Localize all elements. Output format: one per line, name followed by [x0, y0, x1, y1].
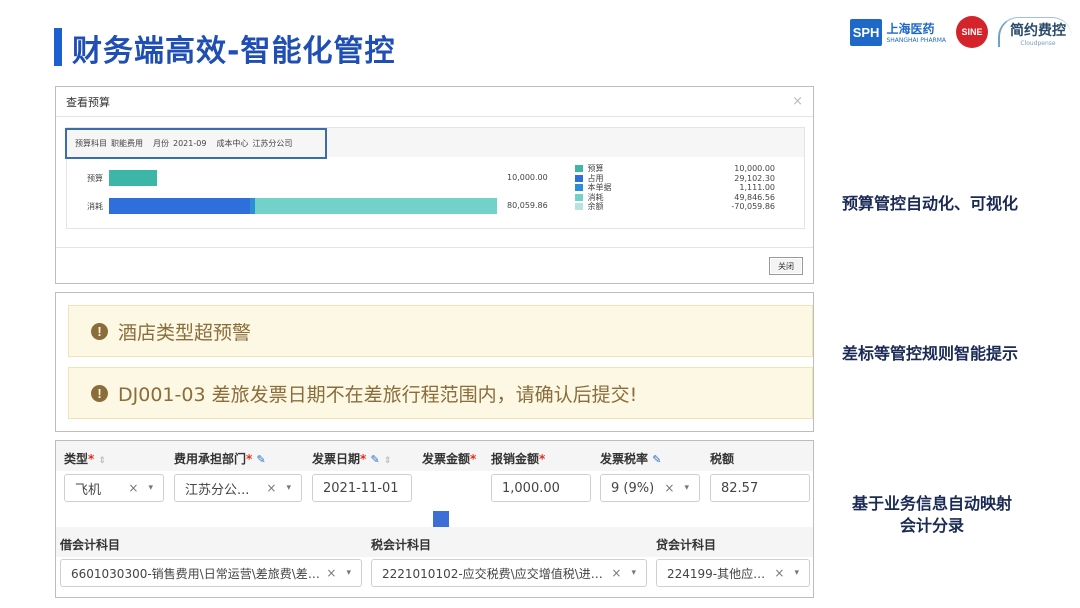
header-tax-rate: 发票税率 ✎: [600, 452, 662, 466]
chevron-down-icon: ▾: [148, 483, 153, 493]
warning-alert: ! DJ001-03 差旅发票日期不在差旅行程范围内，请确认后提交!: [68, 367, 813, 419]
side-label-rules: 差标等管控规则智能提示: [841, 344, 1018, 363]
legend-swatch: [575, 193, 583, 201]
header-dept: 费用承担部门* ✎: [174, 452, 266, 466]
clear-icon: ×: [326, 566, 337, 580]
filter-subject-value: 职能费用: [111, 139, 143, 148]
side-label-budget: 预算管控自动化、可视化: [841, 194, 1018, 213]
cloudpense-logo: 简约费控 Cloudpense: [998, 17, 1072, 47]
credit-account-value: 224199-其他应付款...: [667, 566, 774, 581]
header-invoice-amount: 发票金额*: [422, 452, 477, 466]
legend-item: 余额 -70,059.86: [575, 202, 775, 212]
filter-center-value: 江苏分公司: [252, 139, 293, 148]
credit-account-select[interactable]: 224199-其他应付款...× ▾: [656, 559, 810, 587]
clear-icon: ×: [664, 481, 675, 495]
type-select[interactable]: 飞机 × ▾: [64, 474, 164, 502]
filter-center-label: 成本中心: [216, 139, 249, 148]
bar-label-consume: 消耗: [87, 202, 103, 211]
close-button[interactable]: 关闭: [769, 257, 803, 275]
logo-group: SPH 上海医药 SHANGHAI PHARMA SINE 简约费控 Cloud…: [849, 10, 1072, 54]
chart-legend: 预算 10,000.00 占用 29,102.30 本单据 1,111.00 消耗 49…: [575, 164, 775, 212]
bar-occupied: [109, 198, 251, 214]
cloudpense-logo-cn: 简约费控: [1010, 23, 1066, 39]
tax-account-select[interactable]: 2221010102-应交税费\应交增值税\进项税... × ▾: [371, 559, 647, 587]
debit-account-value: 6601030300-销售费用\日常运营\差旅费\差旅费...: [71, 566, 327, 581]
dept-select[interactable]: 江苏分公... × ▾: [174, 474, 302, 502]
title-accent-bar: [54, 28, 62, 66]
exclamation-icon: !: [91, 384, 108, 402]
edit-icon: ✎: [652, 453, 662, 466]
exclamation-icon: !: [91, 322, 108, 340]
chevron-down-icon: ▾: [286, 483, 291, 493]
expense-form: 类型* ⇕ 费用承担部门* ✎ 发票日期* ✎ ⇕ 发票金额* 报销金额* 发票…: [55, 440, 814, 598]
legend-swatch: [575, 184, 583, 192]
clear-icon: ×: [266, 481, 277, 495]
chevron-down-icon: ▾: [631, 568, 636, 578]
bar-value-consume: 80,059.86: [507, 201, 548, 210]
filter-month-label: 月份: [153, 139, 169, 148]
legend-value: 1,111.00: [739, 183, 775, 193]
side-label-mapping-1: 基于业务信息自动映射: [851, 494, 1012, 513]
budget-chart-area: 预算科目 职能费用 月份 2021-09 成本中心 江苏分公司 预算 消耗 10…: [65, 127, 805, 229]
invoice-date-input[interactable]: 2021-11-01: [312, 474, 412, 502]
warning-alert: ! 酒店类型超预警: [68, 305, 813, 357]
tax-input[interactable]: 82.57: [710, 474, 810, 502]
clear-icon: ×: [611, 566, 622, 580]
reimb-amount-input[interactable]: 1,000.00: [491, 474, 591, 502]
tax-rate-value: 9 (9%): [611, 480, 655, 496]
sph-logo-cn: 上海医药: [886, 22, 935, 36]
legend-swatch: [575, 174, 583, 182]
warning-text: DJ001-03 差旅发票日期不在差旅行程范围内，请确认后提交!: [118, 383, 638, 406]
tax-account-value: 2221010102-应交税费\应交增值税\进项税...: [382, 566, 612, 581]
clear-icon: ×: [774, 566, 785, 580]
sort-icon: ⇕: [383, 456, 392, 466]
tax-rate-select[interactable]: 9 (9%) × ▾: [600, 474, 700, 502]
header-credit-account: 贷会计科目: [656, 538, 717, 552]
bar-label-budget: 预算: [87, 174, 103, 183]
budget-dialog: 查看预算 × 预算科目 职能费用 月份 2021-09 成本中心 江苏分公司 预…: [55, 86, 814, 284]
legend-value: 49,846.56: [734, 192, 775, 202]
sph-logo-mark: SPH: [849, 18, 883, 46]
header-invoice-date: 发票日期* ✎ ⇕: [312, 452, 392, 466]
dept-value: 江苏分公...: [185, 482, 250, 498]
legend-name: 余额: [587, 202, 604, 212]
header-tax-account: 税会计科目: [371, 538, 432, 552]
edit-icon: ✎: [370, 453, 380, 466]
cloudpense-logo-en: Cloudpense: [1020, 40, 1056, 47]
side-label-mapping-2: 会计分录: [899, 516, 964, 535]
bar-consumed: [255, 198, 497, 214]
legend-value: 10,000.00: [734, 164, 775, 174]
bar-value-budget: 10,000.00: [507, 173, 548, 182]
budget-filter: 预算科目 职能费用 月份 2021-09 成本中心 江苏分公司: [65, 128, 327, 159]
header-type: 类型* ⇕: [64, 452, 107, 466]
warning-panel: ! 酒店类型超预警 ! DJ001-03 差旅发票日期不在差旅行程范围内，请确认…: [55, 292, 814, 432]
budget-dialog-header: 查看预算 ×: [56, 87, 813, 117]
slide-title: 财务端高效-智能化管控: [72, 34, 396, 69]
sph-logo: SPH 上海医药 SHANGHAI PHARMA: [849, 18, 946, 46]
legend-value: 29,102.30: [734, 173, 775, 183]
header-reimb-amount: 报销金额*: [491, 452, 546, 466]
filter-subject-label: 预算科目: [75, 139, 107, 148]
legend-swatch: [575, 203, 583, 211]
warning-text: 酒店类型超预警: [118, 321, 252, 344]
bar-budget: [109, 170, 158, 186]
sort-icon: ⇕: [98, 456, 107, 466]
chevron-down-icon: ▾: [794, 568, 799, 578]
type-value: 飞机: [75, 482, 102, 498]
clear-icon: ×: [128, 481, 139, 495]
sine-logo: SINE: [956, 16, 988, 48]
debit-account-select[interactable]: 6601030300-销售费用\日常运营\差旅费\差旅费... × ▾: [60, 559, 362, 587]
legend-swatch: [575, 165, 583, 173]
header-tax: 税额: [710, 452, 735, 466]
close-icon[interactable]: ×: [792, 94, 803, 109]
edit-icon: ✎: [256, 453, 266, 466]
header-debit-account: 借会计科目: [60, 538, 121, 552]
dialog-footer-divider: [56, 247, 813, 248]
sph-logo-en: SHANGHAI PHARMA: [886, 37, 946, 44]
legend-value: -70,059.86: [731, 202, 775, 212]
budget-dialog-title: 查看预算: [66, 95, 110, 109]
chevron-down-icon: ▾: [684, 483, 689, 493]
chevron-down-icon: ▾: [346, 568, 351, 578]
filter-month-value: 2021-09: [173, 139, 207, 148]
